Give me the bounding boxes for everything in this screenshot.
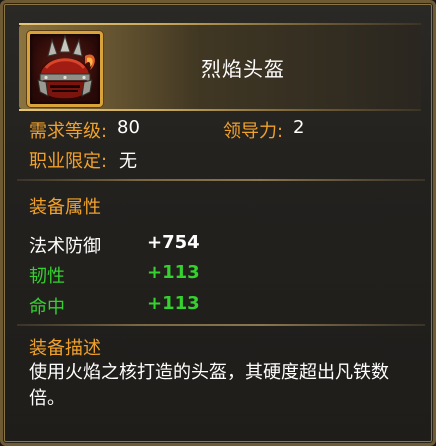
leadership-label: 领导力: <box>223 121 284 142</box>
header-border-bottom <box>19 109 421 111</box>
item-tooltip: 烈焰头盔 需求等级: 80 领导力: 2 职业限定: 无 装备属性 法术防御 +… <box>0 0 436 446</box>
leadership-value: 2 <box>293 117 305 138</box>
description-section-title: 装备描述 <box>29 338 101 359</box>
stat-label-magic-defense: 法术防御 <box>29 236 101 257</box>
flame-helmet-icon <box>37 34 95 100</box>
divider-requirements <box>17 179 425 181</box>
attributes-section-title: 装备属性 <box>29 197 101 218</box>
stat-value-hit: +113 <box>147 293 200 314</box>
required-level-value: 80 <box>117 117 140 138</box>
item-icon-frame <box>27 31 103 107</box>
item-description: 使用火焰之核打造的头盔，其硬度超出凡铁数倍。 <box>29 362 389 409</box>
item-name: 烈焰头盔 <box>201 57 285 81</box>
divider-attributes <box>17 324 425 326</box>
class-restriction-value: 无 <box>119 151 137 172</box>
class-restriction-label: 职业限定: <box>29 151 108 172</box>
stat-label-hit: 命中 <box>29 297 65 318</box>
stat-value-magic-defense: +754 <box>147 232 200 253</box>
required-level-label: 需求等级: <box>29 121 108 142</box>
stat-label-toughness: 韧性 <box>29 266 65 287</box>
stat-value-toughness: +113 <box>147 262 200 283</box>
